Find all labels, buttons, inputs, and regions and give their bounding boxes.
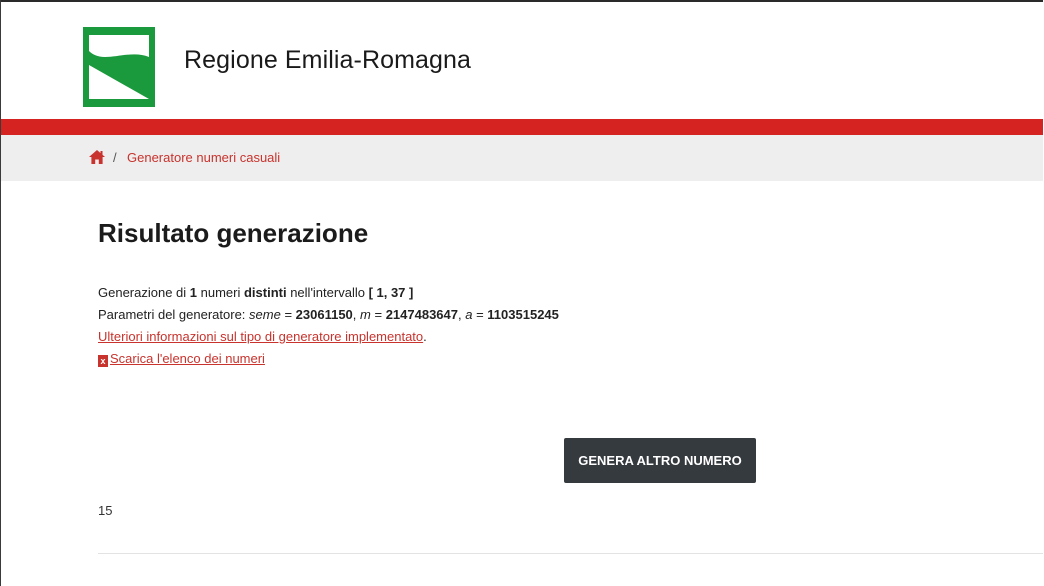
breadcrumb: / Generatore numeri casuali	[1, 135, 1043, 181]
summary-prefix: Generazione di	[98, 285, 190, 300]
site-header: Regione Emilia-Romagna	[1, 2, 1043, 119]
regione-logo[interactable]	[83, 27, 155, 107]
seed-label: seme	[249, 307, 281, 322]
download-numbers-link[interactable]: Scarica l'elenco dei numeri	[110, 351, 265, 366]
generator-parameters: Parametri del generatore: seme = 2306115…	[98, 307, 559, 322]
generated-number: 15	[98, 503, 113, 518]
params-eq2: =	[370, 307, 386, 322]
generator-info-link[interactable]: Ulteriori informazioni sul tipo di gener…	[98, 329, 423, 344]
info-line: Ulteriori informazioni sul tipo di gener…	[98, 329, 427, 344]
summary-mid2: nell'intervallo	[286, 285, 369, 300]
summary-mid1: numeri	[197, 285, 244, 300]
info-link-suffix: .	[423, 329, 427, 344]
home-icon[interactable]	[89, 150, 105, 164]
m-label: m	[360, 307, 371, 322]
m-value: 2147483647	[385, 307, 458, 322]
summary-count: 1	[189, 285, 198, 300]
excel-icon[interactable]: x	[98, 355, 108, 367]
seed-value: 23061150	[295, 307, 353, 322]
content-divider	[98, 553, 1043, 554]
params-sep1: ,	[352, 307, 361, 322]
summary-kind: distinti	[243, 285, 287, 300]
params-eq1: =	[280, 307, 296, 322]
summary-range: [ 1, 37 ]	[368, 285, 414, 300]
generate-another-button[interactable]: GENERA ALTRO NUMERO	[564, 438, 756, 483]
a-value: 1103515245	[487, 307, 559, 322]
params-prefix: Parametri del generatore:	[98, 307, 250, 322]
accent-bar	[1, 119, 1043, 135]
generation-summary: Generazione di 1 numeri distinti nell'in…	[98, 285, 413, 300]
params-eq3: =	[472, 307, 488, 322]
site-title[interactable]: Regione Emilia-Romagna	[184, 46, 471, 75]
breadcrumb-separator: /	[113, 150, 117, 165]
download-line: x Scarica l'elenco dei numeri	[98, 351, 265, 367]
page: Regione Emilia-Romagna / Generatore nume…	[0, 0, 1043, 586]
page-title: Risultato generazione	[98, 218, 369, 248]
breadcrumb-current[interactable]: Generatore numeri casuali	[127, 150, 280, 165]
